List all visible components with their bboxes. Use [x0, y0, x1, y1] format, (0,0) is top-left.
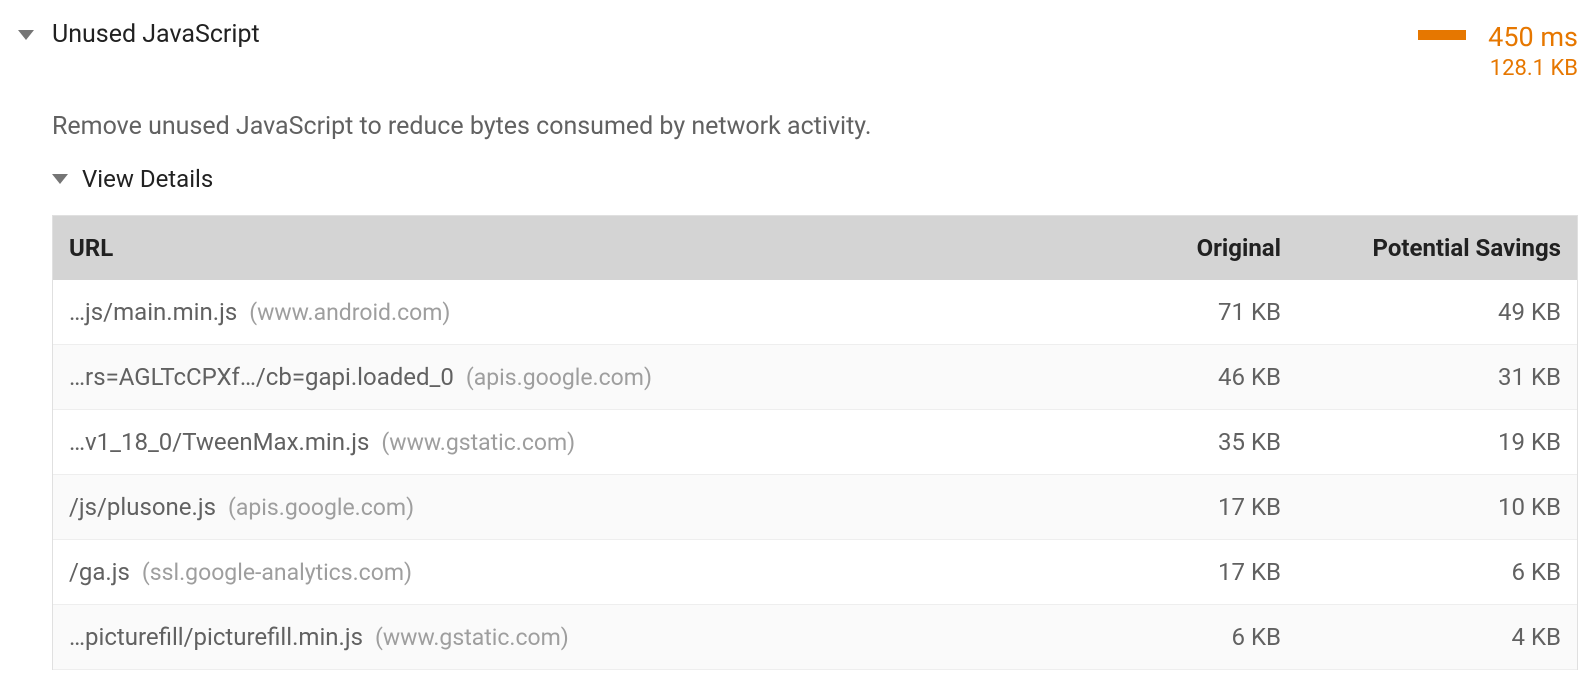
url-cell: …picturefill/picturefill.min.js (www.gst… [69, 623, 1081, 651]
header-url: URL [69, 234, 1081, 262]
savings-cell: 10 KB [1281, 493, 1561, 521]
table-row[interactable]: …rs=AGLTcCPXf…/cb=gapi.loaded_0 (apis.go… [53, 345, 1577, 410]
audit-metrics: 450 ms 128.1 KB [1488, 20, 1578, 84]
collapse-icon[interactable] [18, 30, 34, 40]
original-cell: 17 KB [1081, 558, 1281, 586]
metric-time: 450 ms [1488, 20, 1578, 55]
url-domain: (apis.google.com) [228, 494, 414, 521]
original-cell: 6 KB [1081, 623, 1281, 651]
savings-cell: 4 KB [1281, 623, 1561, 651]
url-cell: …rs=AGLTcCPXf…/cb=gapi.loaded_0 (apis.go… [69, 363, 1081, 391]
audit-title: Unused JavaScript [52, 20, 260, 49]
savings-cell: 49 KB [1281, 298, 1561, 326]
url-path: …v1_18_0/TweenMax.min.js [69, 428, 369, 456]
savings-cell: 6 KB [1281, 558, 1561, 586]
results-table: URL Original Potential Savings …js/main.… [52, 215, 1578, 670]
details-label: View Details [82, 165, 213, 193]
url-cell: /ga.js (ssl.google-analytics.com) [69, 558, 1081, 586]
audit-header-left: Unused JavaScript [18, 20, 260, 49]
url-domain: (www.gstatic.com) [375, 624, 569, 651]
audit-header-right: 450 ms 128.1 KB [1418, 20, 1578, 84]
metric-size: 128.1 KB [1490, 55, 1578, 84]
url-path: …js/main.min.js [69, 298, 237, 326]
savings-cell: 19 KB [1281, 428, 1561, 456]
table-row[interactable]: /ga.js (ssl.google-analytics.com) 17 KB … [53, 540, 1577, 605]
url-path: …rs=AGLTcCPXf…/cb=gapi.loaded_0 [69, 363, 454, 391]
table-header-row: URL Original Potential Savings [53, 216, 1577, 280]
header-savings: Potential Savings [1281, 234, 1561, 262]
url-domain: (www.gstatic.com) [381, 429, 575, 456]
original-cell: 71 KB [1081, 298, 1281, 326]
url-cell: …js/main.min.js (www.android.com) [69, 298, 1081, 326]
original-cell: 35 KB [1081, 428, 1281, 456]
original-cell: 46 KB [1081, 363, 1281, 391]
audit-header: Unused JavaScript 450 ms 128.1 KB [18, 20, 1578, 84]
url-path: …picturefill/picturefill.min.js [69, 623, 363, 651]
url-path: /ga.js [69, 558, 130, 586]
table-row[interactable]: …picturefill/picturefill.min.js (www.gst… [53, 605, 1577, 670]
savings-bar-icon [1418, 30, 1466, 40]
savings-cell: 31 KB [1281, 363, 1561, 391]
url-path: /js/plusone.js [69, 493, 216, 521]
header-original: Original [1081, 234, 1281, 262]
url-domain: (apis.google.com) [466, 364, 652, 391]
url-domain: (ssl.google-analytics.com) [142, 559, 412, 586]
url-cell: /js/plusone.js (apis.google.com) [69, 493, 1081, 521]
table-row[interactable]: …js/main.min.js (www.android.com) 71 KB … [53, 280, 1577, 345]
url-cell: …v1_18_0/TweenMax.min.js (www.gstatic.co… [69, 428, 1081, 456]
audit-description: Remove unused JavaScript to reduce bytes… [52, 112, 1578, 141]
details-toggle[interactable]: View Details [52, 165, 1578, 193]
table-row[interactable]: …v1_18_0/TweenMax.min.js (www.gstatic.co… [53, 410, 1577, 475]
table-row[interactable]: /js/plusone.js (apis.google.com) 17 KB 1… [53, 475, 1577, 540]
details-section: View Details URL Original Potential Savi… [52, 165, 1578, 670]
original-cell: 17 KB [1081, 493, 1281, 521]
table-body: …js/main.min.js (www.android.com) 71 KB … [53, 280, 1577, 670]
chevron-down-icon [52, 174, 68, 184]
url-domain: (www.android.com) [249, 299, 450, 326]
